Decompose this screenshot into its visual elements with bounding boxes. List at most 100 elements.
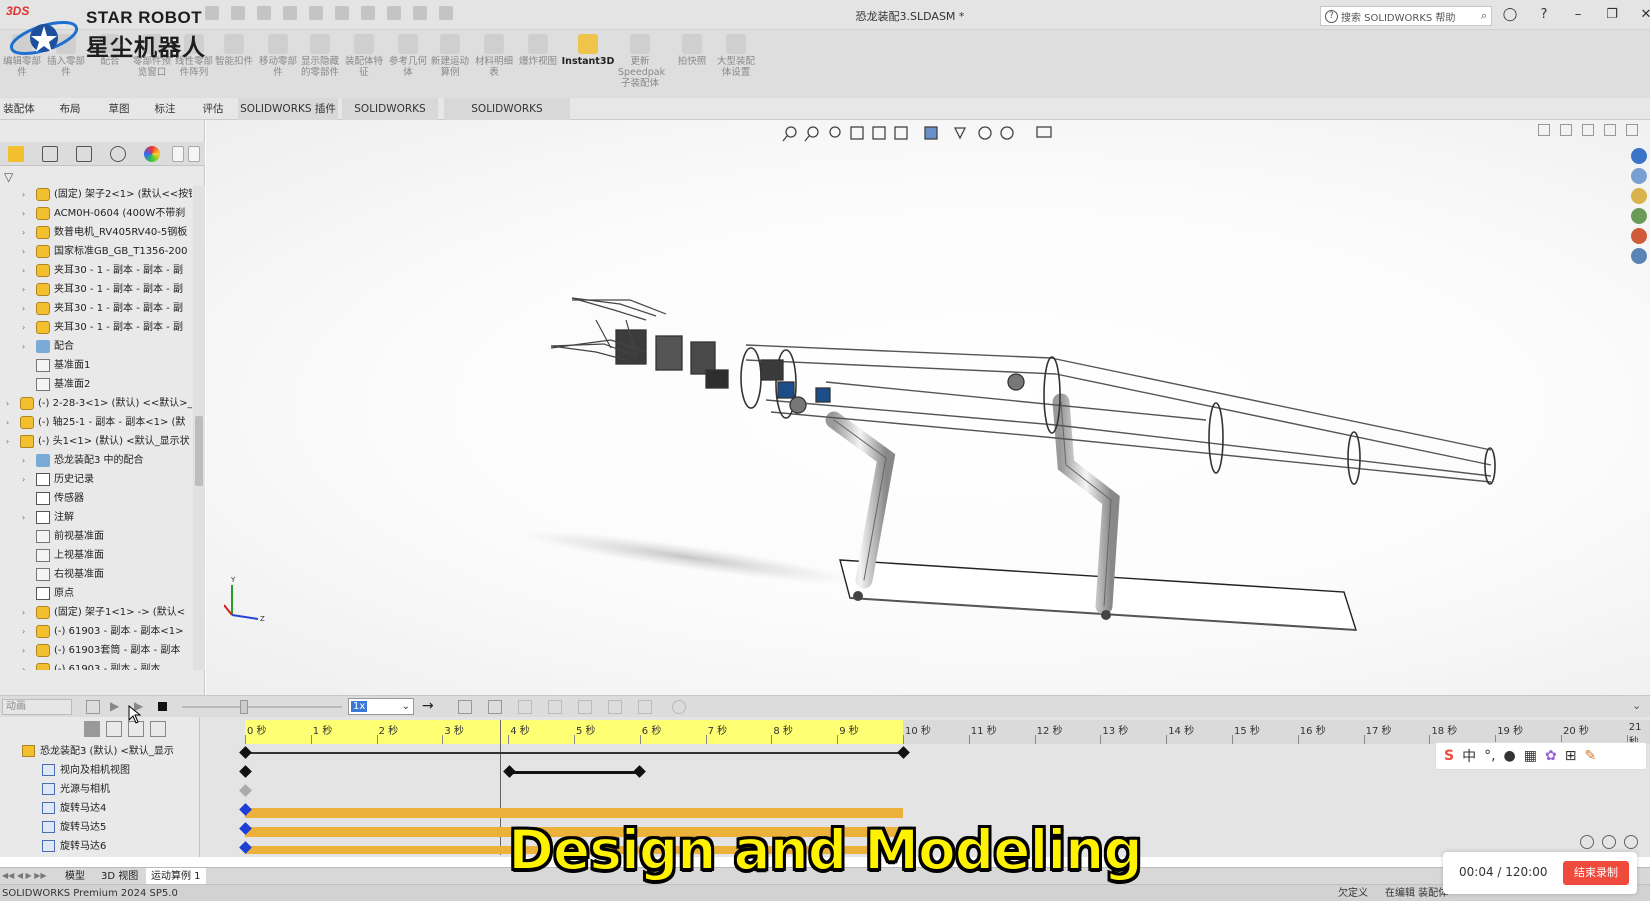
motion-tree-item[interactable]: 旋转马达4 [42,799,106,818]
tree-item[interactable]: › (固定) 架子2<1> (默认<<按钮 [0,186,192,204]
keypoint-diamond[interactable] [503,765,516,778]
expand-chevron-icon[interactable]: › [22,224,30,242]
tree-item[interactable]: › 恐龙装配3 中的配合 [0,452,192,470]
expand-chevron-icon[interactable]: › [22,281,30,299]
keypoint-diamond[interactable] [239,746,252,759]
expand-chevron-icon[interactable]: › [22,661,30,670]
microphone-icon[interactable]: ● [1504,748,1516,764]
expand-chevron-icon[interactable]: › [22,623,30,641]
ribbon-button-6[interactable]: 移动零部件 [256,34,300,78]
expand-chevron-icon[interactable]: › [22,642,30,660]
tree-item[interactable]: › 历史记录 [0,471,192,489]
collapse-panel-icon[interactable]: ⌄ [1632,699,1641,712]
expand-chevron-icon[interactable]: › [6,395,14,413]
ime-mode-label[interactable]: 中 [1462,746,1476,766]
keypoint-diamond[interactable] [239,784,252,797]
expand-chevron-icon[interactable]: › [22,243,30,261]
motion-filter-driving-icon[interactable] [106,721,122,737]
playback-slider[interactable] [182,706,342,708]
autokey-icon[interactable] [518,700,532,714]
tree-item[interactable]: › (-) 头1<1> (默认) <默认_显示状 [0,433,192,451]
command-tab-0[interactable]: 装配体 [0,98,38,120]
keypoint-diamond[interactable] [897,746,910,759]
results-icon[interactable] [672,700,686,714]
command-tab-4[interactable]: 评估 [196,98,230,120]
expand-chevron-icon[interactable]: › [22,262,30,280]
keypoint-diamond[interactable] [633,765,646,778]
configuration-tab-icon[interactable] [76,146,92,162]
ribbon-button-9[interactable]: 参考几何体 [386,34,430,78]
tree-item[interactable]: › (-) 轴25-1 - 副本 - 副本<1> (默 [0,414,192,432]
ribbon-button-16[interactable]: 大型装配体设置 [714,34,758,78]
help-icon[interactable]: ? [1536,7,1552,23]
punctuation-icon[interactable]: °, [1484,748,1495,764]
search-icon[interactable]: ⌕ [1481,9,1487,23]
ime-toolbar[interactable]: S 中 °, ● ▦ ✿ ⊞ ✎ [1435,742,1647,770]
ribbon-button-13[interactable]: Instant3D [560,34,616,67]
motion-filter-icon[interactable] [84,721,100,737]
feature-tree-tab-icon[interactable] [8,146,24,162]
tree-item[interactable]: 传感器 [0,490,192,508]
tree-item[interactable]: › 夹耳30 - 1 - 副本 - 副本 - 副 [0,281,192,299]
play-from-start-icon[interactable]: ▶ [110,699,119,713]
tree-item[interactable]: › 国家标准GB_GB_T1356-200 [0,243,192,261]
display-manager-tab-icon[interactable] [144,146,160,162]
expand-chevron-icon[interactable]: › [22,509,30,527]
ribbon-button-15[interactable]: 拍快照 [670,34,714,67]
keypoint-diamond[interactable] [239,765,252,778]
expand-chevron-icon[interactable]: › [22,452,30,470]
playback-mode-icon[interactable]: → [422,698,434,714]
expand-chevron-icon[interactable]: › [22,604,30,622]
keyboard-icon[interactable]: ▦ [1524,748,1537,764]
restore-icon[interactable]: ❐ [1604,7,1620,23]
ribbon-button-14[interactable]: 更新Speedpak子装配体 [618,34,665,89]
ime-settings-icon[interactable]: ✎ [1584,748,1596,764]
tree-item[interactable]: 基准面2 [0,376,192,394]
calculate-icon[interactable] [86,700,100,714]
tree-item[interactable]: › 数普电机_RV405RV40-5钢板 [0,224,192,242]
ribbon-button-10[interactable]: 新建运动算例 [428,34,472,78]
tree-item[interactable]: › (-) 61903 - 副本 - 副本<1> [0,623,192,641]
tree-item[interactable]: › 夹耳30 - 1 - 副本 - 副本 - 副 [0,300,192,318]
expand-chevron-icon[interactable]: › [6,433,14,451]
property-manager-tab-icon[interactable] [42,146,58,162]
ribbon-button-12[interactable]: 爆炸视图 [516,34,560,67]
expand-chevron-icon[interactable]: › [22,319,30,337]
force-icon[interactable] [638,700,652,714]
tree-item[interactable]: › 夹耳30 - 1 - 副本 - 副本 - 副 [0,319,192,337]
ribbon-button-7[interactable]: 显示隐藏的零部件 [298,34,342,78]
motion-tree-item[interactable]: 恐龙装配3 (默认) <默认_显示 [22,742,174,761]
panel-tabs-scroll-right-icon[interactable] [188,146,200,162]
tree-item[interactable]: › (-) 61903套筒 - 副本 - 副本 [0,642,192,660]
tree-item[interactable]: 前视基准面 [0,528,192,546]
command-tab-7[interactable]: SOLIDWORKS Inspection [444,98,570,137]
command-tab-6[interactable]: SOLIDWORKS CAM [342,98,438,137]
filter-icon[interactable]: ▽ [4,170,13,184]
graphics-viewport[interactable]: Y Z [206,120,1650,695]
motor-icon[interactable] [578,700,592,714]
expand-chevron-icon[interactable]: › [22,338,30,356]
tree-item[interactable]: › (-) 2-28-3<1> (默认) <<默认>_ [0,395,192,413]
help-search-input[interactable]: ? 搜索 SOLIDWORKS 帮助 ⌕ [1320,6,1492,26]
expand-chevron-icon[interactable]: › [22,205,30,223]
toolbox-icon[interactable]: ⊞ [1565,748,1577,764]
tree-item[interactable]: › 注解 [0,509,192,527]
tree-scrollbar[interactable] [193,186,205,670]
expand-chevron-icon[interactable]: › [22,300,30,318]
playback-slider-thumb[interactable] [240,700,248,714]
tree-item[interactable]: › (-) 61903 - 副本 - 副本 [0,661,192,670]
dimxpert-tab-icon[interactable] [110,146,126,162]
panel-tabs-scroll-left-icon[interactable] [172,146,184,162]
skin-icon[interactable]: ✿ [1545,748,1557,764]
dinosaur-robot-model[interactable] [206,120,1650,695]
tree-item[interactable]: › ACM0H-0604 (400W不带刹 [0,205,192,223]
ribbon-button-11[interactable]: 材料明细表 [472,34,516,78]
command-tab-1[interactable]: 布局 [52,98,88,120]
stop-icon[interactable] [158,702,167,711]
save-animation-icon[interactable] [458,700,472,714]
add-key-icon[interactable] [548,700,562,714]
command-tab-2[interactable]: 草图 [100,98,138,120]
tree-item[interactable]: › (固定) 架子1<1> -> (默认< [0,604,192,622]
close-icon[interactable]: ✕ [1638,7,1650,23]
minimize-icon[interactable]: – [1570,7,1586,23]
